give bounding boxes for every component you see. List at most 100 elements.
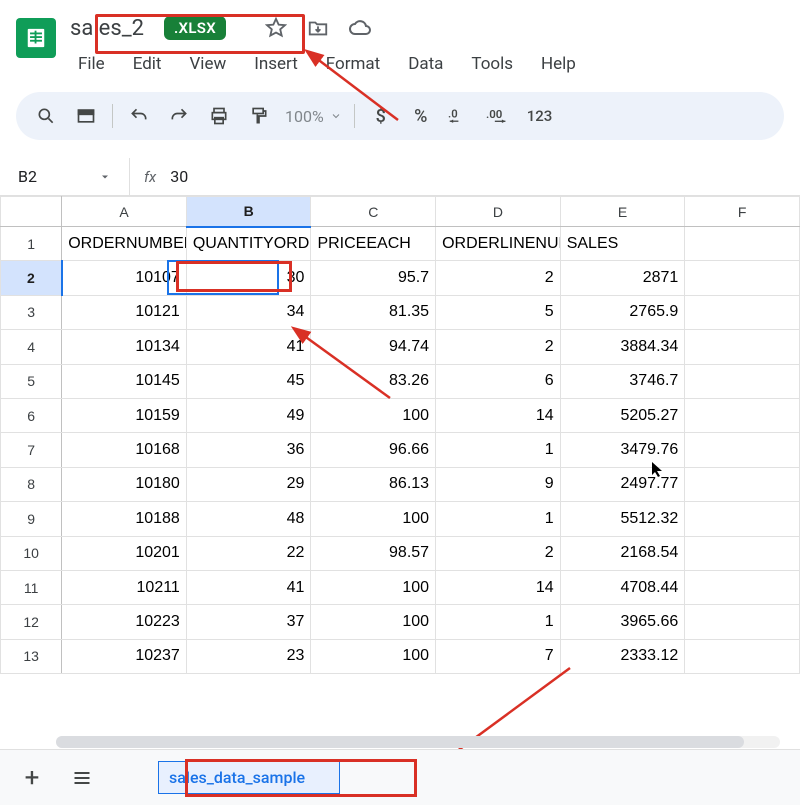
row-9-header[interactable]: 9 — [1, 502, 62, 536]
cell[interactable]: 6 — [436, 364, 561, 398]
table-row[interactable]: 2101073095.722871 — [1, 261, 800, 295]
increase-decimal-icon[interactable]: .00 — [483, 98, 519, 134]
cell[interactable]: 10168 — [62, 433, 187, 467]
cell[interactable]: 10223 — [62, 605, 187, 639]
row-3-header[interactable]: 3 — [1, 295, 62, 329]
menu-data[interactable]: Data — [398, 48, 453, 80]
redo-icon[interactable] — [161, 98, 197, 134]
cell[interactable] — [685, 261, 800, 295]
cell[interactable]: 10159 — [62, 398, 187, 432]
menu-insert[interactable]: Insert — [244, 48, 308, 80]
spreadsheet-grid[interactable]: A B C D E F 1 ORDERNUMBER QUANTITYORDERE… — [0, 196, 800, 674]
cell[interactable]: 10145 — [62, 364, 187, 398]
table-row[interactable]: 3101213481.3552765.9 — [1, 295, 800, 329]
menu-tools[interactable]: Tools — [461, 48, 523, 80]
col-F-header[interactable]: F — [685, 197, 800, 227]
zoom-dropdown[interactable]: 100% — [281, 107, 346, 126]
cell[interactable]: 10134 — [62, 330, 187, 364]
cell[interactable]: 5512.32 — [560, 502, 685, 536]
cell[interactable]: 94.74 — [311, 330, 436, 364]
cell[interactable]: 95.7 — [311, 261, 436, 295]
cell[interactable]: 10121 — [62, 295, 187, 329]
currency-icon[interactable]: $ — [363, 98, 399, 134]
menu-help[interactable]: Help — [531, 48, 586, 80]
row-6-header[interactable]: 6 — [1, 398, 62, 432]
row-10-header[interactable]: 10 — [1, 536, 62, 570]
table-row[interactable]: 4101344194.7423884.34 — [1, 330, 800, 364]
row-11-header[interactable]: 11 — [1, 570, 62, 604]
row-13-header[interactable]: 13 — [1, 639, 62, 673]
print-icon[interactable] — [201, 98, 237, 134]
col-C-header[interactable]: C — [311, 197, 436, 227]
table-row[interactable]: 5101454583.2663746.7 — [1, 364, 800, 398]
row-7-header[interactable]: 7 — [1, 433, 62, 467]
cell[interactable]: 100 — [311, 639, 436, 673]
cell[interactable]: 10201 — [62, 536, 187, 570]
table-row[interactable]: 61015949100145205.27 — [1, 398, 800, 432]
cell[interactable]: 3884.34 — [560, 330, 685, 364]
cell[interactable]: 41 — [186, 570, 311, 604]
cell[interactable]: 48 — [186, 502, 311, 536]
menu-file[interactable]: File — [68, 48, 115, 80]
menu-format[interactable]: Format — [316, 48, 390, 80]
col-D-header[interactable]: D — [436, 197, 561, 227]
all-sheets-button[interactable] — [64, 760, 100, 796]
horizontal-scrollbar[interactable] — [56, 736, 780, 748]
cell[interactable]: 45 — [186, 364, 311, 398]
cell[interactable]: ORDERLINENUMBER — [436, 227, 561, 261]
cell[interactable] — [685, 605, 800, 639]
cell[interactable] — [685, 502, 800, 536]
star-icon[interactable] — [262, 14, 290, 42]
cell[interactable]: 2 — [436, 261, 561, 295]
cell[interactable]: 22 — [186, 536, 311, 570]
row-2-header[interactable]: 2 — [1, 261, 62, 295]
cell[interactable]: 2168.54 — [560, 536, 685, 570]
undo-icon[interactable] — [121, 98, 157, 134]
table-row[interactable]: 9101884810015512.32 — [1, 502, 800, 536]
sheet-tab-active[interactable]: sales_data_sample — [158, 761, 340, 794]
cell[interactable]: 3965.66 — [560, 605, 685, 639]
format-123-icon[interactable]: 123 — [523, 98, 557, 134]
cell[interactable]: 36 — [186, 433, 311, 467]
cell[interactable]: 41 — [186, 330, 311, 364]
sheets-logo[interactable] — [16, 18, 56, 58]
table-row[interactable]: 13102372310072333.12 — [1, 639, 800, 673]
search-icon[interactable] — [28, 98, 64, 134]
cell[interactable] — [685, 295, 800, 329]
cell[interactable]: 5 — [436, 295, 561, 329]
cell[interactable]: 10180 — [62, 467, 187, 501]
percent-icon[interactable]: % — [403, 98, 439, 134]
cell[interactable]: 2333.12 — [560, 639, 685, 673]
row-12-header[interactable]: 12 — [1, 605, 62, 639]
row-5-header[interactable]: 5 — [1, 364, 62, 398]
cell[interactable]: 10107 — [62, 261, 187, 295]
cell[interactable]: 3479.76 — [560, 433, 685, 467]
cell[interactable]: SALES — [560, 227, 685, 261]
cell[interactable]: 100 — [311, 502, 436, 536]
col-A-header[interactable]: A — [62, 197, 187, 227]
menu-edit[interactable]: Edit — [123, 48, 172, 80]
decrease-decimal-icon[interactable]: .0 — [443, 98, 479, 134]
cell[interactable]: 7 — [436, 639, 561, 673]
cell[interactable]: 96.66 — [311, 433, 436, 467]
cell[interactable]: 2 — [436, 536, 561, 570]
cell[interactable]: 23 — [186, 639, 311, 673]
row-1-header[interactable]: 1 — [1, 227, 62, 261]
cell[interactable]: 30 — [186, 261, 311, 295]
cell[interactable]: 2765.9 — [560, 295, 685, 329]
menu-view[interactable]: View — [179, 48, 236, 80]
table-row[interactable]: 12102233710013965.66 — [1, 605, 800, 639]
move-folder-icon[interactable] — [304, 14, 332, 42]
cell[interactable]: 2 — [436, 330, 561, 364]
table-row[interactable]: 10102012298.5722168.54 — [1, 536, 800, 570]
cell[interactable]: 1 — [436, 605, 561, 639]
cell[interactable]: 86.13 — [311, 467, 436, 501]
cell[interactable] — [685, 639, 800, 673]
cell[interactable]: 49 — [186, 398, 311, 432]
cell[interactable]: 100 — [311, 605, 436, 639]
table-row[interactable]: 7101683696.6613479.76 — [1, 433, 800, 467]
cell[interactable]: 14 — [436, 570, 561, 604]
cell[interactable]: PRICEEACH — [311, 227, 436, 261]
cell[interactable]: 29 — [186, 467, 311, 501]
cell[interactable] — [685, 467, 800, 501]
